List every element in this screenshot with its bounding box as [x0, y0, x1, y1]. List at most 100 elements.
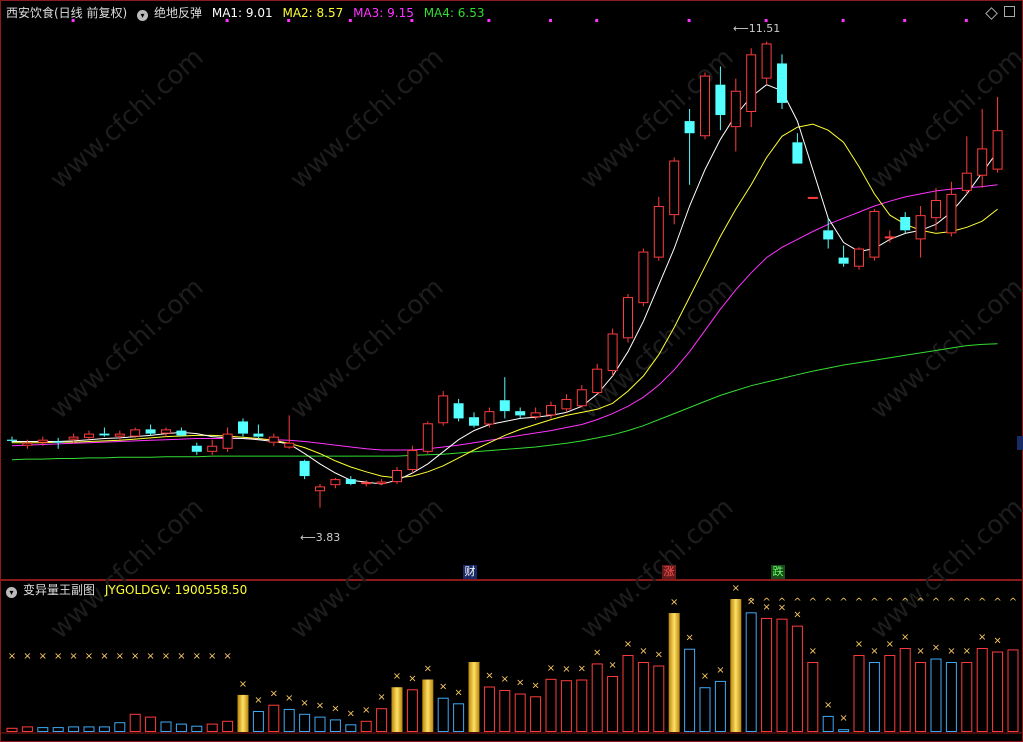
candle-body: [700, 75, 710, 137]
volume-bar: [406, 689, 418, 733]
volume-bar: [915, 662, 927, 732]
volume-bar: [499, 690, 511, 732]
volume-bar: [252, 711, 264, 732]
volume-bar: [114, 722, 126, 733]
candle: [376, 479, 387, 486]
volume-bar: [976, 648, 988, 732]
volume-bar: [98, 726, 110, 733]
volume-bar: [437, 697, 449, 733]
candle: [392, 466, 402, 484]
sub-header: ▾ 变异量王副图 JYGOLDGV: 1900558.50: [6, 582, 253, 598]
candle: [238, 418, 248, 437]
volume-bar-gold: [730, 599, 742, 732]
x-marker: ×: [347, 708, 355, 719]
candle: [653, 196, 664, 261]
candle: [191, 442, 202, 455]
volume-bar: [761, 617, 773, 732]
candle-body: [838, 257, 849, 264]
candle-body: [253, 433, 264, 437]
candle: [84, 430, 94, 440]
sub-indicator-name[interactable]: 变异量王副图: [23, 583, 95, 597]
caret-marker: ^: [870, 597, 878, 608]
candle: [838, 245, 849, 267]
x-marker: ×: [531, 680, 539, 691]
candle: [900, 212, 911, 234]
candle: [961, 136, 972, 194]
volume-bar-gold: [237, 694, 249, 732]
side-tab[interactable]: [1017, 436, 1023, 450]
volume-bar: [345, 724, 357, 732]
volume-bar: [360, 720, 372, 732]
candle-body: [592, 368, 603, 393]
candle-body: [977, 148, 988, 176]
candle: [746, 48, 757, 128]
candle-body: [623, 297, 633, 339]
candle-body: [407, 449, 418, 471]
candle-body: [284, 442, 295, 448]
caret-marker: ^: [947, 597, 955, 608]
x-marker: ×: [362, 705, 370, 716]
x-marker: ×: [393, 671, 401, 682]
candle: [561, 394, 572, 413]
caret-marker: ^: [778, 597, 786, 608]
ma3-value: MA3: 9.15: [353, 6, 414, 20]
volume-bar: [222, 720, 234, 732]
x-marker: ×: [947, 646, 955, 657]
x-marker: ×: [809, 646, 817, 657]
candle-body: [361, 482, 372, 485]
x-marker: ×: [963, 646, 971, 657]
x-marker: ×: [131, 651, 139, 662]
panel-menu-icon[interactable]: [1004, 6, 1015, 17]
candle: [669, 157, 680, 225]
candle-body: [161, 429, 171, 434]
candle: [99, 427, 110, 437]
zhang-marker[interactable]: 涨: [662, 565, 676, 579]
candle-body: [22, 442, 33, 446]
die-marker[interactable]: 跌: [771, 565, 785, 579]
high-label: ⟵11.51: [733, 22, 781, 35]
indicator-name[interactable]: 绝地反弹: [154, 6, 202, 20]
candle-body: [669, 160, 680, 216]
stock-title[interactable]: 西安饮食(日线 前复权): [6, 6, 127, 20]
candle: [931, 187, 941, 231]
candle-body: [53, 441, 64, 443]
caret-marker: ^: [793, 597, 801, 608]
x-marker: ×: [454, 687, 462, 698]
x-marker: ×: [285, 693, 293, 704]
price-chart[interactable]: × × × × × × × × × × × × × × × × × × × × × × × × × × × × × × × × × × × × × × × ×…: [0, 0, 1023, 742]
candle-body: [931, 199, 941, 219]
volume-bar: [191, 725, 203, 732]
x-marker: ×: [85, 651, 93, 662]
x-marker: ×: [177, 651, 185, 662]
candle-body: [684, 121, 695, 134]
volume-bar: [684, 648, 696, 733]
volume-bar: [52, 727, 64, 733]
volume-bar: [129, 713, 141, 733]
candle-body: [453, 403, 464, 419]
sub-indicator-toggle-icon[interactable]: ▾: [6, 587, 17, 598]
volume-bar: [699, 687, 711, 732]
candle: [145, 424, 156, 436]
volume-bar: [175, 723, 187, 733]
candle: [469, 412, 479, 428]
candle: [854, 247, 864, 270]
x-marker: ×: [993, 636, 1001, 647]
volume-bar-gold: [422, 679, 434, 732]
x-marker: ×: [439, 682, 447, 693]
x-marker: ×: [624, 639, 632, 650]
candle: [977, 108, 988, 188]
candle-body: [761, 43, 772, 79]
volume-bar: [992, 651, 1004, 733]
volume-bar: [6, 727, 18, 732]
volume-bar: [329, 719, 341, 732]
x-marker: ×: [69, 651, 77, 662]
volume-bar: [576, 679, 588, 733]
candle-body: [68, 436, 79, 440]
candle-body: [884, 236, 895, 239]
volume-bar: [776, 618, 788, 732]
volume-bar: [376, 708, 388, 732]
candle-body: [807, 196, 818, 199]
cai-marker[interactable]: 财: [463, 565, 477, 579]
x-marker: ×: [162, 651, 170, 662]
indicator-toggle-icon[interactable]: ▾: [137, 10, 149, 21]
